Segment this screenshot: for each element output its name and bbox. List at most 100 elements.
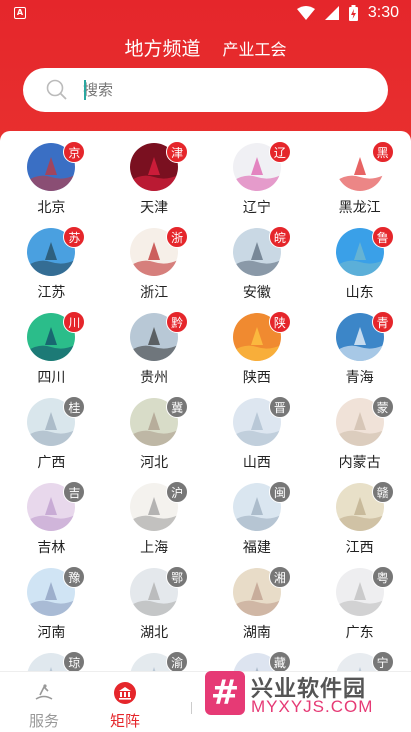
region-badge: 辽 (268, 141, 291, 163)
nav-service[interactable]: 服务 (14, 682, 74, 731)
region-badge: 皖 (268, 226, 291, 248)
region-badge: 桂 (63, 396, 86, 418)
region-item[interactable]: 湘湖南 (206, 566, 309, 641)
region-item[interactable]: 黑黑龙江 (308, 141, 411, 216)
tab-local-channel[interactable]: 地方频道 (124, 34, 200, 60)
wifi-icon (296, 6, 315, 20)
region-badge: 沪 (166, 481, 189, 503)
region-badge: 赣 (371, 481, 394, 503)
app-notification-icon: A (14, 7, 26, 19)
region-badge: 粤 (371, 566, 394, 588)
region-label: 陕西 (242, 370, 271, 386)
region-item[interactable]: 鄂湖北 (103, 566, 206, 641)
region-label: 辽宁 (242, 200, 271, 216)
region-badge: 黔 (166, 311, 189, 333)
region-label: 山东 (345, 285, 374, 301)
region-badge: 渝 (166, 651, 189, 671)
region-badge: 鲁 (371, 226, 394, 248)
region-label: 黑龙江 (338, 200, 381, 216)
region-item[interactable]: 宁 (308, 651, 411, 671)
region-label: 贵州 (140, 370, 169, 386)
region-badge: 豫 (63, 566, 86, 588)
region-label: 青海 (345, 370, 374, 386)
region-badge: 津 (166, 141, 189, 163)
service-icon (35, 684, 53, 700)
region-label: 江西 (345, 540, 374, 556)
signal-icon (324, 6, 339, 20)
region-label: 湖北 (140, 625, 169, 641)
search-input[interactable] (83, 77, 363, 103)
search-icon (46, 79, 67, 100)
region-item[interactable]: 皖安徽 (206, 226, 309, 301)
region-label: 河南 (37, 625, 66, 641)
region-badge: 黑 (371, 141, 394, 163)
text-cursor (84, 80, 86, 100)
nav-service-label: 服务 (28, 712, 59, 730)
region-item[interactable]: 蒙内蒙古 (308, 396, 411, 471)
region-item[interactable]: 豫河南 (0, 566, 103, 641)
region-item[interactable]: 苏江苏 (0, 226, 103, 301)
region-item[interactable]: 赣江西 (308, 481, 411, 556)
region-label: 山西 (242, 455, 271, 471)
region-label: 浙江 (140, 285, 169, 301)
region-item[interactable]: 津天津 (103, 141, 206, 216)
region-item[interactable]: 京北京 (0, 141, 103, 216)
region-label: 四川 (37, 370, 66, 386)
region-item[interactable]: 粤广东 (308, 566, 411, 641)
region-badge: 晋 (268, 396, 291, 418)
region-label: 河北 (140, 455, 169, 471)
region-badge: 川 (63, 311, 86, 333)
region-badge: 苏 (63, 226, 86, 248)
region-item[interactable]: 琼 (0, 651, 103, 671)
region-label: 广西 (37, 455, 66, 471)
region-item[interactable]: 渝 (103, 651, 206, 671)
region-label: 广东 (345, 625, 374, 641)
clock: 3:30 (367, 4, 399, 21)
region-item[interactable]: 黔贵州 (103, 311, 206, 386)
watermark-logo: # 兴业软件园 MYXYJS.COM (205, 671, 405, 721)
region-badge: 浙 (166, 226, 189, 248)
region-item[interactable]: 青青海 (308, 311, 411, 386)
nav-matrix-label: 矩阵 (109, 712, 140, 730)
region-item[interactable]: 吉吉林 (0, 481, 103, 556)
region-item[interactable]: 藏 (206, 651, 309, 671)
region-item[interactable]: 闽福建 (206, 481, 309, 556)
region-label: 北京 (37, 200, 66, 216)
region-badge: 湘 (268, 566, 291, 588)
region-badge: 宁 (371, 651, 394, 671)
watermark-mark: # (205, 671, 245, 715)
tab-industry-union[interactable]: 产业工会 (223, 34, 287, 59)
search-bar[interactable] (23, 68, 388, 112)
region-item[interactable]: 川四川 (0, 311, 103, 386)
nav-matrix[interactable]: 矩阵 (95, 682, 155, 731)
region-badge: 青 (371, 311, 394, 333)
region-label: 安徽 (242, 285, 271, 301)
region-badge: 藏 (268, 651, 291, 671)
region-item[interactable]: 晋山西 (206, 396, 309, 471)
region-panel: 京北京津天津辽辽宁黑黑龙江苏江苏浙浙江皖安徽鲁山东川四川黔贵州陕陕西青青海桂广西… (0, 131, 411, 671)
region-label: 内蒙古 (338, 455, 381, 471)
region-item[interactable]: 陕陕西 (206, 311, 309, 386)
region-item[interactable]: 冀河北 (103, 396, 206, 471)
region-item[interactable]: 浙浙江 (103, 226, 206, 301)
region-item[interactable]: 辽辽宁 (206, 141, 309, 216)
region-label: 江苏 (37, 285, 66, 301)
region-badge: 鄂 (166, 566, 189, 588)
watermark-url: MYXYJS.COM (251, 697, 374, 716)
matrix-icon (114, 682, 136, 704)
region-grid: 京北京津天津辽辽宁黑黑龙江苏江苏浙浙江皖安徽鲁山东川四川黔贵州陕陕西青青海桂广西… (0, 141, 411, 671)
region-item[interactable]: 沪上海 (103, 481, 206, 556)
region-badge: 京 (63, 141, 86, 163)
region-item[interactable]: 鲁山东 (308, 226, 411, 301)
region-badge: 琼 (63, 651, 86, 671)
nav-divider (191, 702, 192, 714)
region-item[interactable]: 桂广西 (0, 396, 103, 471)
region-badge: 吉 (63, 481, 86, 503)
region-label: 上海 (140, 540, 169, 556)
status-bar: A 3:30 (0, 0, 411, 28)
region-label: 福建 (242, 540, 271, 556)
region-label: 天津 (140, 200, 169, 216)
region-label: 吉林 (37, 540, 66, 556)
top-nav: 地方频道 产业工会 (0, 34, 411, 60)
region-badge: 冀 (166, 396, 189, 418)
